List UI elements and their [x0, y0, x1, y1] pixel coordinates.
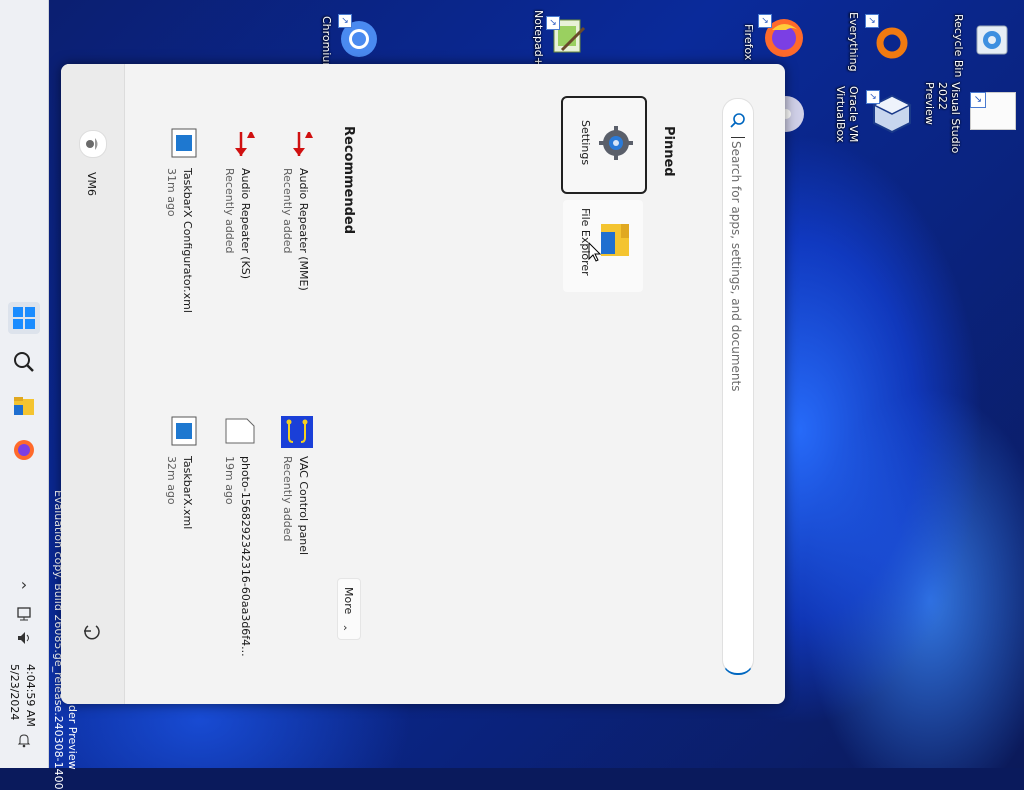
user-icon: [86, 138, 98, 150]
power-button[interactable]: [81, 620, 103, 642]
desktop-icon-everything[interactable]: ↘ Everything: [845, 8, 925, 72]
recommended-heading: Recommended: [341, 126, 356, 235]
evaluation-watermark-tail: der Preview: [66, 705, 79, 770]
more-button[interactable]: More ›: [337, 578, 361, 640]
desktop-icon-notepadpp[interactable]: ↘ Notepad++: [530, 8, 600, 75]
windows-logo-icon: [13, 307, 35, 329]
desktop-icon-visual-studio[interactable]: ↘ Visual Studio 2022 Preview: [923, 78, 1022, 158]
desktop-icon-recycle-bin[interactable]: Recycle Bin: [950, 8, 1020, 77]
recommended-item-name: Audio Repeater (MME): [297, 168, 310, 291]
pinned-settings-label: Settings: [579, 120, 592, 166]
recommended-item-name: photo-1568292342316-60aa3d6f4...: [239, 456, 252, 657]
recycle-bin-label: Recycle Bin: [952, 14, 965, 78]
shortcut-arrow-icon: ↘: [758, 14, 772, 28]
visual-studio-label: Visual Studio 2022 Preview: [923, 82, 962, 154]
recommended-item-sub: Recently added: [223, 168, 236, 254]
network-icon[interactable]: [16, 606, 32, 622]
pinned-settings[interactable]: Settings: [561, 96, 647, 194]
desktop-icon-virtualbox[interactable]: ↘ Oracle VM VirtualBox: [830, 84, 920, 154]
recommended-item-sub: Recently added: [281, 168, 294, 254]
recommended-item[interactable]: Audio Repeater (KS) Recently added: [215, 124, 279, 300]
clock-time[interactable]: 4:04:59 AM: [24, 664, 37, 727]
recommended-item-sub: 31m ago: [165, 168, 178, 217]
user-name[interactable]: VM6: [85, 172, 98, 196]
recycle-bin-icon: [972, 20, 1012, 60]
chevron-down-icon: ›: [343, 621, 348, 634]
pinned-heading: Pinned: [661, 126, 676, 177]
xml-file-icon: [171, 128, 197, 158]
firefox-label: Firefox: [742, 24, 755, 61]
xml-file-icon: [171, 416, 197, 446]
recommended-item-sub: 32m ago: [165, 456, 178, 505]
pinned-file-explorer-label: File Explorer: [579, 208, 592, 276]
recommended-item[interactable]: Audio Repeater (MME) Recently added: [273, 124, 337, 300]
search-placeholder: Search for apps, settings, and documents: [729, 141, 743, 392]
volume-icon[interactable]: [16, 630, 32, 646]
shortcut-arrow-icon: ↘: [865, 14, 879, 28]
search-caret: [731, 137, 745, 138]
recommended-item[interactable]: photo-1568292342316-60aa3d6f4... 19m ago: [215, 412, 279, 662]
recommended-item-sub: Recently added: [281, 456, 294, 542]
start-search-box[interactable]: Search for apps, settings, and documents: [722, 98, 754, 675]
file-explorer-icon: [14, 397, 34, 415]
shortcut-arrow-icon: ↘: [338, 14, 352, 28]
everything-icon: [875, 26, 909, 60]
show-hidden-icons-button[interactable]: ›: [8, 568, 40, 600]
recommended-item[interactable]: TaskbarX Configurator.xml 31m ago: [157, 124, 221, 324]
search-icon: [14, 352, 34, 372]
recommended-item[interactable]: VAC Control panel Recently added: [273, 412, 337, 572]
vac-control-icon: [281, 416, 313, 448]
desktop-icon-chromium[interactable]: ↘ Chromium: [318, 8, 390, 73]
power-icon: [84, 625, 100, 640]
chevron-right-icon: ›: [20, 574, 28, 594]
notifications-icon[interactable]: [16, 732, 32, 748]
recommended-item-name: TaskbarX.xml: [181, 456, 194, 530]
audio-repeater-icon: [283, 128, 315, 160]
taskbar-firefox-button[interactable]: [8, 434, 40, 466]
settings-gear-icon: [599, 126, 633, 160]
recommended-item-name: VAC Control panel: [297, 456, 310, 556]
start-button[interactable]: [8, 302, 40, 334]
taskbar-file-explorer-button[interactable]: [8, 390, 40, 422]
audio-repeater-icon: [225, 128, 257, 160]
blank-file-icon: [225, 418, 255, 444]
taskbar-search-button[interactable]: [8, 346, 40, 378]
start-menu: VM6 Search for apps, settings, and docum…: [61, 64, 785, 704]
recommended-item-name: Audio Repeater (KS): [239, 168, 252, 280]
shortcut-arrow-icon: ↘: [866, 90, 880, 104]
taskbar: › 4:04:59 AM 5/23/2024: [0, 0, 49, 768]
desktop-icon-firefox[interactable]: ↘ Firefox: [740, 8, 820, 68]
shortcut-arrow-icon: ↘: [970, 92, 986, 108]
recommended-item[interactable]: TaskbarX.xml 32m ago: [157, 412, 221, 552]
user-avatar[interactable]: [79, 130, 107, 158]
recommended-item-name: TaskbarX Configurator.xml: [181, 168, 194, 313]
shortcut-arrow-icon: ↘: [546, 16, 560, 30]
more-label: More: [342, 587, 355, 615]
pinned-file-explorer[interactable]: File Explorer: [563, 200, 643, 292]
firefox-icon: [14, 440, 34, 460]
clock-date[interactable]: 5/23/2024: [8, 664, 21, 720]
start-menu-footer: VM6: [61, 64, 125, 704]
search-icon: [729, 111, 747, 129]
everything-label: Everything: [847, 12, 860, 72]
virtualbox-label: Oracle VM VirtualBox: [834, 86, 860, 143]
recommended-item-sub: 19m ago: [223, 456, 236, 505]
